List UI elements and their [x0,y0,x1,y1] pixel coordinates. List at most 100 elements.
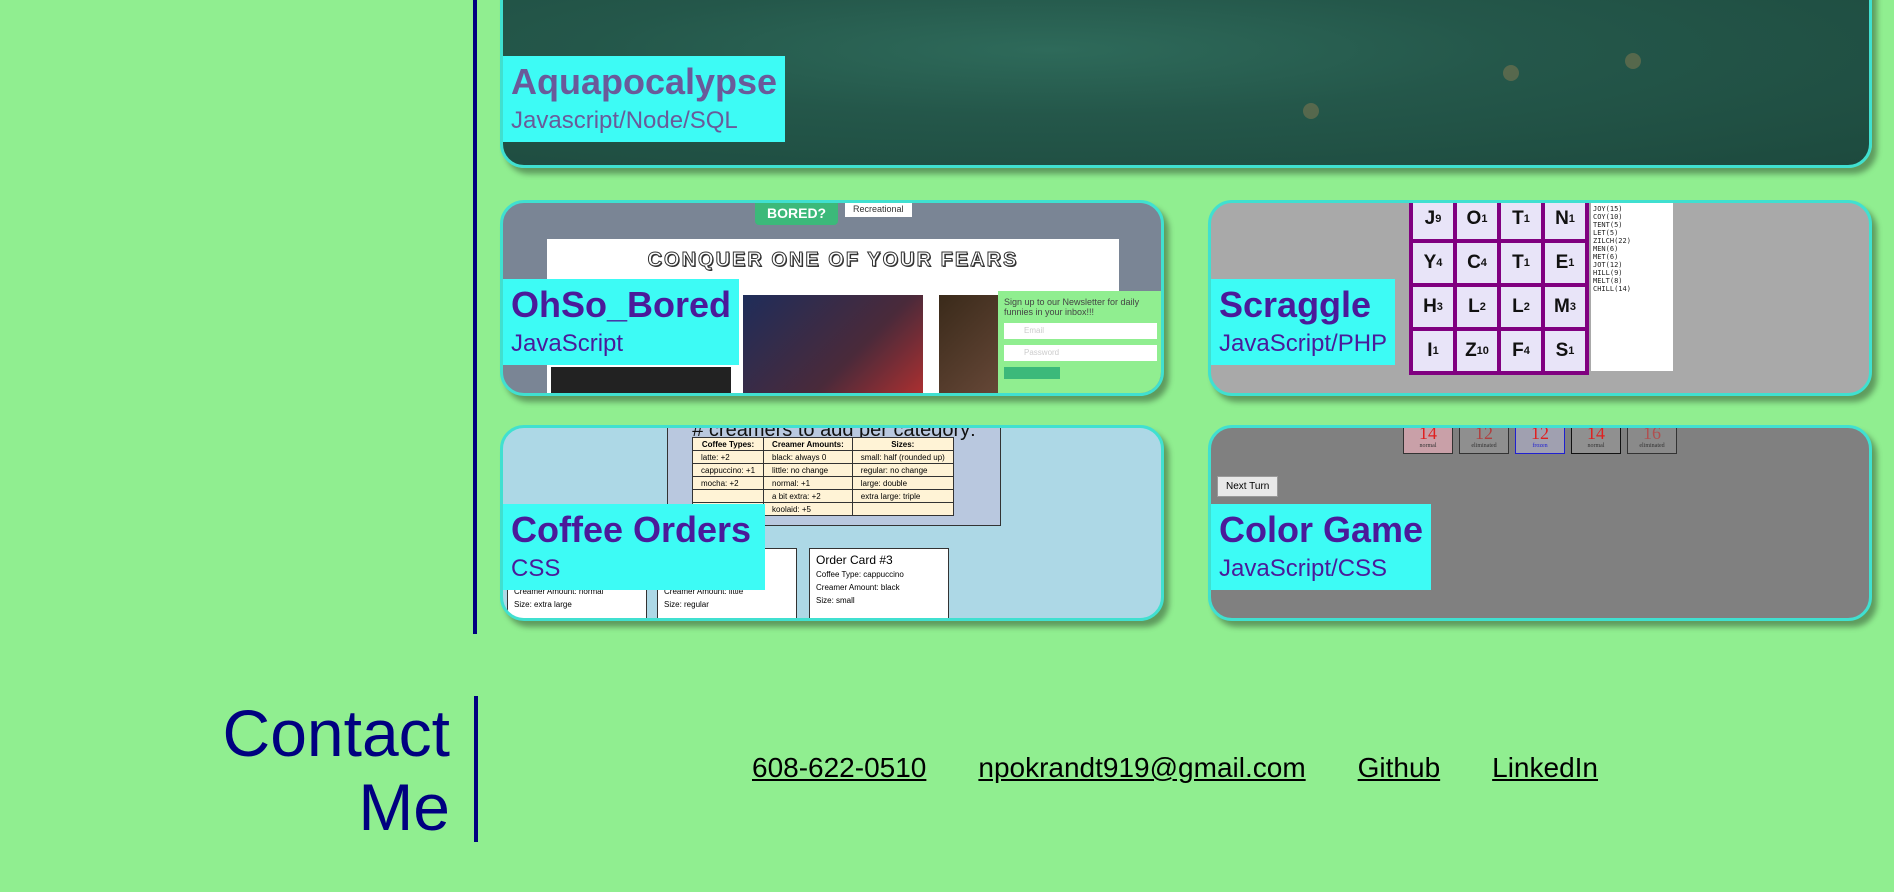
letter-tile: L2 [1457,287,1497,327]
letter-tile: S1 [1545,331,1585,371]
letter-tile: C4 [1457,243,1497,283]
letter-tile: E1 [1545,243,1585,283]
table-row: latte: +2 black: always 0 small: half (r… [691,450,954,464]
letter-tile: T1 [1501,203,1541,239]
table-cell: little: no change [763,463,853,477]
bored-image [551,367,731,393]
order-size: Size: extra large [514,600,572,609]
password-field: Password [1004,345,1157,361]
order-type: Coffee Type: cappuccino [816,570,904,579]
project-title: Color Game [1219,509,1424,550]
project-label: Color Game JavaScript/CSS [1211,504,1432,590]
order-card-title: Order Card #3 [816,553,893,567]
table-header: Creamer Amounts: [763,437,853,451]
bored-image [743,295,923,393]
table-row: mocha: +2 normal: +1 large: double [691,476,954,490]
project-label: Scraggle JavaScript/PHP [1211,279,1396,365]
order-creamer: Creamer Amount: black [816,583,900,592]
color-box: 16 eliminated [1627,425,1677,454]
project-card-coffee-orders[interactable]: # creamers to add per category: Coffee T… [500,425,1164,621]
bubble-decoration [1625,53,1641,69]
project-tech: JavaScript/PHP [1219,330,1388,357]
color-box-status: normal [1587,443,1605,449]
color-box: 14 normal [1403,425,1453,454]
bored-logo: BORED? [755,203,839,225]
project-tech: JavaScript/CSS [1219,555,1388,582]
contact-heading: Contact Me [223,696,450,844]
table-cell: a bit extra: +2 [763,489,853,503]
letter-tile: T1 [1501,243,1541,283]
project-card-scraggle[interactable]: J9 O1 T1 N1 Y4 C4 T1 E1 H3 L2 L2 M3 I1 Z… [1208,200,1872,396]
letter-tile: M3 [1545,287,1585,327]
project-title: Scraggle [1219,284,1372,325]
table-header: Coffee Types: [691,437,765,451]
letter-tile: N1 [1545,203,1585,239]
letter-tile: L2 [1501,287,1541,327]
table-cell: cappuccino: +1 [691,463,765,477]
table-cell [691,489,765,503]
table-row: a bit extra: +2 extra large: triple [691,489,954,503]
letter-tile: Z 10 [1457,331,1497,371]
letter-grid: J9 O1 T1 N1 Y4 C4 T1 E1 H3 L2 L2 M3 I1 Z… [1409,203,1589,375]
letter-tile: O1 [1457,203,1497,239]
project-label: OhSo_Bored JavaScript [503,279,740,365]
table-cell: latte: +2 [691,450,765,464]
project-label: Aquapocalypse Javascript/Node/SQL [503,56,786,142]
order-size: Size: regular [664,600,709,609]
project-card-aquapocalypse[interactable]: Aquapocalypse Javascript/Node/SQL [500,0,1872,168]
next-turn-button: Next Turn [1217,476,1279,497]
project-card-color-game[interactable]: 14 normal 12 eliminated 12 frozen 14 nor… [1208,425,1872,621]
letter-tile: H3 [1413,287,1453,327]
project-tech: JavaScript [511,330,624,357]
phone-link[interactable]: 608-622-0510 [752,752,926,784]
color-box-number: 12 [1475,425,1493,443]
newsletter-signup: Sign up to our Newsletter for daily funn… [998,291,1161,393]
project-card-ohso-bored[interactable]: BORED? Recreational CONQUER ONE OF YOUR … [500,200,1164,396]
letter-tile: I1 [1413,331,1453,371]
project-title: Coffee Orders [511,509,752,550]
color-box-status: normal [1419,443,1437,449]
color-box-number: 12 [1531,425,1549,443]
color-box-number: 14 [1587,425,1605,443]
project-label: Coffee Orders CSS [503,504,766,590]
table-cell: regular: no change [851,463,954,477]
color-box-number: 16 [1643,425,1661,443]
submit-button [1004,367,1060,379]
table-cell: large: double [851,476,954,490]
color-box: 14 normal [1571,425,1621,454]
project-tech: Javascript/Node/SQL [511,107,738,134]
order-size: Size: small [816,596,855,605]
newsletter-text: Sign up to our Newsletter for daily funn… [1004,297,1140,317]
letter-tile: F4 [1501,331,1541,371]
linkedin-link[interactable]: LinkedIn [1492,752,1598,784]
letter-tile: J9 [1413,203,1453,239]
bubble-decoration [1503,65,1519,81]
color-box-status: eliminated [1639,443,1665,449]
email-field: Email [1004,323,1157,339]
bored-headline: CONQUER ONE OF YOUR FEARS [647,249,1019,272]
color-box: 12 frozen [1515,425,1565,454]
table-cell: black: always 0 [763,450,853,464]
color-box-status: frozen [1532,443,1548,449]
order-card: Order Card #3 Coffee Type: cappuccino Cr… [809,548,949,618]
color-box-number: 14 [1419,425,1437,443]
section-divider-line [473,0,477,634]
contact-heading-line2: Me [358,770,450,844]
table-cell [851,502,954,516]
color-box-status: eliminated [1471,443,1497,449]
table-cell: extra large: triple [851,489,954,503]
bored-category-tag: Recreational [845,203,912,217]
email-link[interactable]: npokrandt919@gmail.com [978,752,1305,784]
table-cell: mocha: +2 [691,476,765,490]
github-link[interactable]: Github [1358,752,1441,784]
project-tech: CSS [511,555,561,582]
bubble-decoration [1303,103,1319,119]
contact-divider-line [474,696,478,842]
contact-heading-line1: Contact [222,696,450,770]
project-title: OhSo_Bored [511,284,732,325]
table-row: cappuccino: +1 little: no change regular… [691,463,954,477]
contact-links: 608-622-0510 npokrandt919@gmail.com Gith… [752,752,1598,784]
table-cell: small: half (rounded up) [851,450,954,464]
table-cell: normal: +1 [763,476,853,490]
project-title: Aquapocalypse [511,61,778,102]
